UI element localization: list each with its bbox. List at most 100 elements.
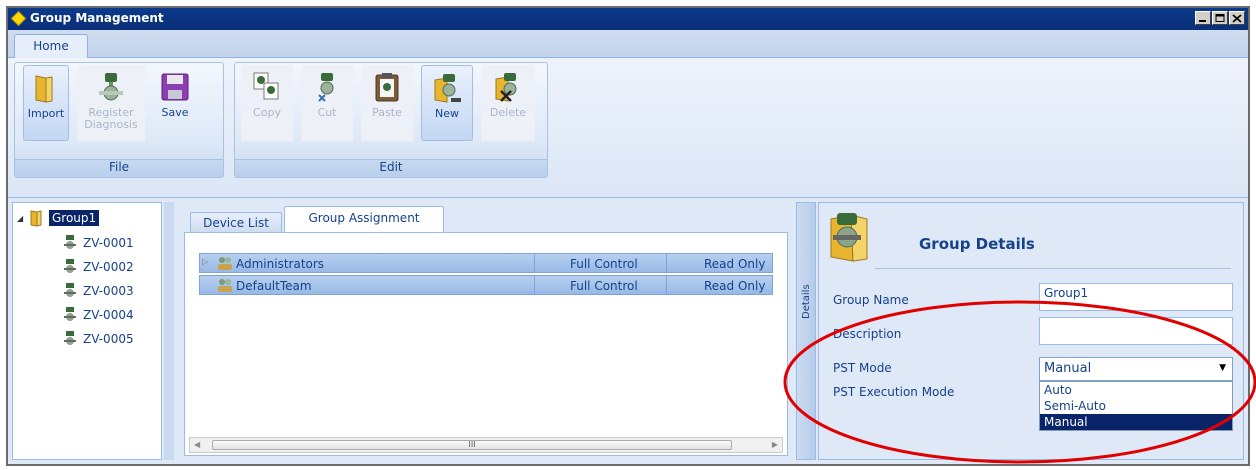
- delete-button[interactable]: Delete: [481, 65, 535, 141]
- scroll-thumb[interactable]: III: [212, 440, 732, 450]
- copy-label: Copy: [253, 106, 281, 119]
- folder-icon: [30, 210, 42, 227]
- save-button[interactable]: Save: [153, 65, 197, 141]
- copy-icon: [253, 72, 279, 100]
- group-details-panel: Group Details Group Name Group1 Descript…: [818, 202, 1244, 460]
- window-controls: [1195, 11, 1245, 25]
- pst-mode-value: Manual: [1044, 361, 1092, 376]
- cut-label: Cut: [317, 106, 337, 119]
- description-field[interactable]: [1039, 317, 1233, 345]
- chevron-down-icon[interactable]: ▼: [1219, 363, 1226, 373]
- details-splitter[interactable]: Details: [796, 202, 816, 460]
- option-manual[interactable]: Manual: [1040, 414, 1232, 430]
- tab-device-list[interactable]: Device List: [190, 212, 282, 232]
- copy-button[interactable]: Copy: [241, 65, 293, 141]
- ribbon-group-file-label: File: [15, 159, 223, 177]
- tree-root-label: Group1: [49, 210, 100, 226]
- tree-item-zv-0005[interactable]: ZV-0005: [63, 331, 134, 347]
- row-control: Full Control: [570, 257, 638, 271]
- close-button[interactable]: [1229, 11, 1245, 25]
- pst-execution-mode-label: PST Execution Mode: [833, 385, 955, 399]
- tab-group-assignment[interactable]: Group Assignment: [284, 206, 444, 232]
- option-semi-auto[interactable]: Semi-Auto: [1040, 398, 1232, 414]
- details-divider: [875, 268, 1231, 269]
- tree-item-label: ZV-0003: [83, 284, 134, 298]
- paste-label: Paste: [372, 106, 402, 119]
- maximize-icon: [1215, 14, 1225, 22]
- team-grid: ▷ Administrators Full Control Read Only …: [184, 232, 788, 456]
- collapse-caret-icon[interactable]: ◢: [17, 214, 25, 223]
- valve-icon: [64, 235, 76, 249]
- paste-button[interactable]: Paste: [361, 65, 413, 141]
- tree-item-label: ZV-0001: [83, 236, 134, 250]
- expand-arrow-icon[interactable]: ▷: [202, 257, 208, 266]
- floppy-icon: [161, 73, 189, 101]
- window-title: Group Management: [30, 11, 164, 25]
- new-label: New: [435, 107, 459, 120]
- column-divider: [534, 276, 535, 294]
- pst-mode-select[interactable]: Manual ▼: [1039, 357, 1233, 381]
- minimize-icon: [1199, 20, 1206, 22]
- description-label: Description: [833, 327, 902, 341]
- team-icon: [218, 279, 232, 292]
- tab-home[interactable]: Home: [14, 34, 88, 59]
- new-valve-icon: [434, 74, 461, 103]
- row-access: Read Only: [704, 279, 766, 293]
- row-name: Administrators: [236, 257, 325, 271]
- valve-icon: [64, 307, 76, 321]
- register-diagnosis-button[interactable]: Register Diagnosis: [77, 65, 145, 141]
- clipboard-icon: [375, 73, 399, 102]
- tree-item-label: ZV-0004: [83, 308, 134, 322]
- delete-label: Delete: [489, 106, 527, 119]
- close-icon: [1232, 14, 1242, 23]
- maximize-button[interactable]: [1212, 11, 1228, 25]
- row-name: DefaultTeam: [236, 279, 312, 293]
- table-row[interactable]: ▷ Administrators Full Control Read Only: [199, 253, 773, 273]
- tree-item-zv-0002[interactable]: ZV-0002: [63, 259, 134, 275]
- valve-icon: [64, 331, 76, 345]
- scroll-right-icon[interactable]: ▶: [772, 440, 778, 449]
- group-management-window: Group Management Home Import Register Di…: [6, 6, 1250, 466]
- column-divider: [534, 254, 535, 272]
- valve-icon: [64, 283, 76, 297]
- group-name-label: Group Name: [833, 293, 909, 307]
- new-button[interactable]: New: [421, 65, 473, 141]
- delete-valve-icon: [495, 73, 517, 102]
- valve-icon: [99, 73, 123, 101]
- tree-item-zv-0001[interactable]: ZV-0001: [63, 235, 134, 251]
- team-icon: [218, 257, 232, 270]
- row-control: Full Control: [570, 279, 638, 293]
- details-splitter-label: Details: [801, 284, 812, 319]
- tree-item-label: ZV-0005: [83, 332, 134, 346]
- pst-mode-dropdown: Auto Semi-Auto Manual: [1039, 381, 1233, 431]
- column-divider: [666, 276, 667, 294]
- work-area: ◢ Group1 ZV-0001 ZV-0002 ZV-0003 ZV-0004…: [8, 198, 1248, 464]
- tree-item-zv-0004[interactable]: ZV-0004: [63, 307, 134, 323]
- ribbon-tabstrip: Home: [8, 30, 1248, 59]
- tree-item-label: ZV-0002: [83, 260, 134, 274]
- save-label: Save: [161, 106, 189, 119]
- group-tree[interactable]: ◢ Group1 ZV-0001 ZV-0002 ZV-0003 ZV-0004…: [12, 202, 162, 460]
- ribbon-body: Import Register Diagnosis Save File Copy…: [8, 58, 1248, 198]
- pst-mode-label: PST Mode: [833, 361, 892, 375]
- valve-icon: [64, 259, 76, 273]
- tree-root-group1[interactable]: ◢ Group1: [17, 209, 100, 227]
- ribbon-group-edit: Copy Cut Paste New Delete Edit: [234, 62, 548, 178]
- tree-item-zv-0003[interactable]: ZV-0003: [63, 283, 134, 299]
- option-auto[interactable]: Auto: [1040, 382, 1232, 398]
- tree-splitter[interactable]: [164, 202, 174, 460]
- title-bar[interactable]: Group Management: [8, 8, 1248, 30]
- import-label: Import: [27, 107, 65, 120]
- minimize-button[interactable]: [1195, 11, 1211, 25]
- table-row[interactable]: DefaultTeam Full Control Read Only: [199, 275, 773, 295]
- scroll-left-icon[interactable]: ◀: [194, 440, 200, 449]
- import-button[interactable]: Import: [23, 65, 69, 141]
- group-folder-icon: [830, 213, 868, 262]
- register-diagnosis-label: Register Diagnosis: [84, 106, 138, 131]
- app-diamond-icon: [11, 11, 26, 26]
- cut-button[interactable]: Cut: [301, 65, 353, 141]
- column-divider: [666, 254, 667, 272]
- horizontal-scrollbar[interactable]: ◀ III ▶: [189, 437, 783, 453]
- cut-icon: [318, 73, 334, 102]
- group-name-field[interactable]: Group1: [1039, 283, 1233, 311]
